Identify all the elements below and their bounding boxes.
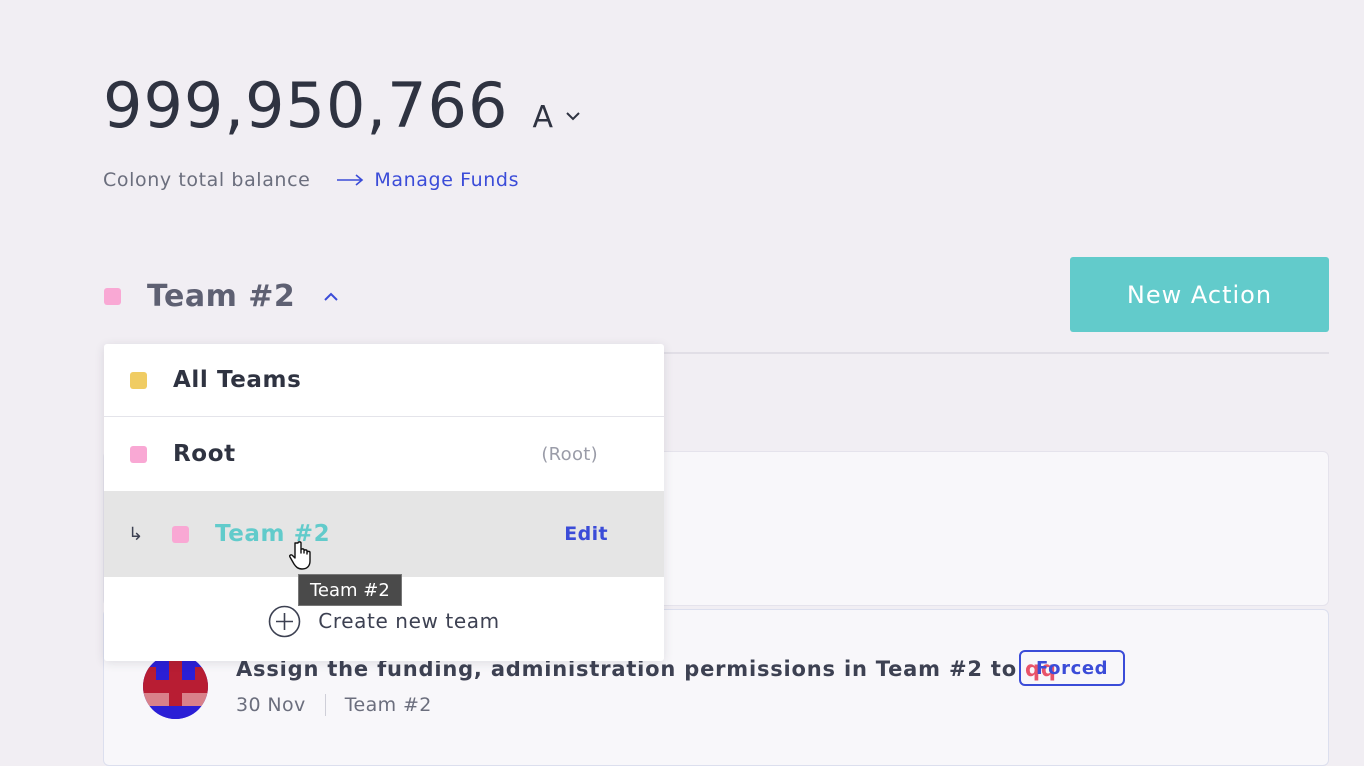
balance-caption-row: Colony total balance Manage Funds	[103, 169, 519, 191]
balance-row: 999,950,766 A	[103, 70, 581, 142]
team-color-swatch	[130, 371, 147, 389]
dropdown-item-all-teams[interactable]: All Teams	[104, 344, 664, 417]
root-tag: (Root)	[541, 443, 598, 465]
tooltip: Team #2	[298, 574, 402, 606]
dropdown-item-label: All Teams	[173, 367, 302, 393]
team-color-swatch	[104, 287, 121, 305]
team-color-swatch	[130, 445, 147, 463]
action-date: 30 Nov	[236, 694, 306, 716]
manage-funds-link[interactable]: Manage Funds	[336, 169, 519, 191]
dropdown-item-root[interactable]: Root (Root)	[104, 417, 664, 491]
avatar	[143, 654, 208, 719]
team-dropdown: All Teams Root (Root) ↳ Team #2 Edit Cre…	[104, 344, 664, 661]
balance-amount: 999,950,766	[103, 69, 509, 142]
team-color-swatch	[172, 525, 189, 543]
balance-caption: Colony total balance	[103, 169, 311, 191]
page: 999,950,766 A Colony total balance Manag…	[0, 0, 1364, 766]
team-selector-label: Team #2	[147, 278, 296, 314]
action-team: Team #2	[344, 694, 432, 716]
chevron-up-icon	[323, 287, 339, 306]
dropdown-item-team-2[interactable]: ↳ Team #2 Edit	[104, 491, 664, 577]
chevron-down-icon[interactable]	[565, 106, 581, 125]
action-meta: 30 Nov Team #2	[236, 694, 432, 716]
team-selector[interactable]: Team #2	[104, 276, 339, 316]
edit-team-button[interactable]: Edit	[564, 523, 608, 545]
dropdown-item-label: Root	[173, 441, 236, 467]
plus-circle-icon	[268, 605, 301, 637]
create-new-team-label: Create new team	[318, 609, 500, 633]
hand-cursor-icon	[288, 540, 318, 576]
forced-badge: Forced	[1019, 650, 1126, 686]
arrow-right-icon	[337, 174, 364, 186]
new-action-button[interactable]: New Action	[1070, 257, 1329, 332]
sub-arrow-icon: ↳	[128, 523, 144, 545]
token-symbol[interactable]: A	[532, 100, 553, 135]
meta-separator	[324, 694, 326, 716]
manage-funds-label: Manage Funds	[374, 169, 520, 191]
